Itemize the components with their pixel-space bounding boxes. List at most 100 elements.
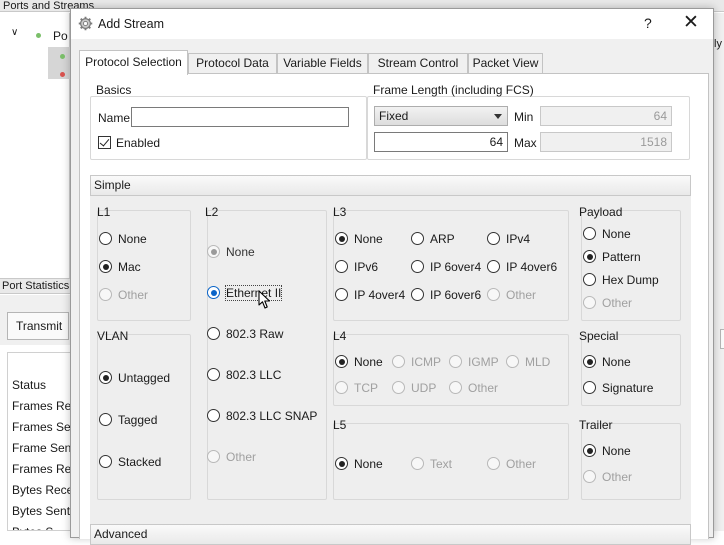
l5-none-radio[interactable]: None <box>335 457 383 471</box>
port-tree[interactable]: ∨ Po <box>0 13 70 278</box>
payload-title: Payload <box>579 205 623 219</box>
radio-circle <box>506 355 519 368</box>
l1-title: L1 <box>97 205 111 219</box>
basics-group <box>90 96 367 160</box>
l1-none-radio[interactable]: None <box>99 232 147 246</box>
dialog-title: Add Stream <box>98 17 165 31</box>
close-button[interactable]: ✕ <box>683 12 699 34</box>
payload-hex-dump-radio[interactable]: Hex Dump <box>583 273 659 287</box>
tree-expand-icon[interactable]: ∨ <box>11 27 18 38</box>
transmit-button[interactable]: Transmit <box>7 312 69 340</box>
l3-ip-4over4-radio[interactable]: IP 4over4 <box>335 288 405 302</box>
l3-ip-4over6-radio[interactable]: IP 4over6 <box>487 260 557 274</box>
radio-label: Mac <box>118 260 141 274</box>
l1-mac-radio[interactable]: Mac <box>99 260 141 274</box>
name-input[interactable] <box>131 107 349 127</box>
radio-circle <box>583 227 596 240</box>
radio-circle <box>99 371 112 384</box>
l3-ipv4-radio[interactable]: IPv4 <box>487 232 530 246</box>
l3-ipv6-radio[interactable]: IPv6 <box>335 260 378 274</box>
l2-802-3-raw-radio[interactable]: 802.3 Raw <box>207 327 283 341</box>
special-signature-radio[interactable]: Signature <box>583 381 653 395</box>
vlan-stacked-radio[interactable]: Stacked <box>99 455 161 469</box>
payload-pattern-radio[interactable]: Pattern <box>583 250 641 264</box>
l3-none-radio[interactable]: None <box>335 232 383 246</box>
status-dot-icon <box>60 72 65 77</box>
l5-text-radio[interactable]: Text <box>411 457 452 471</box>
right-panel-edge: ly <box>714 13 724 531</box>
l4-icmp-radio[interactable]: ICMP <box>392 355 441 369</box>
l3-other-radio[interactable]: Other <box>487 288 536 302</box>
radio-circle <box>392 355 405 368</box>
enabled-checkbox[interactable] <box>98 136 111 149</box>
payload-other-radio[interactable]: Other <box>583 296 632 310</box>
l4-mld-radio[interactable]: MLD <box>506 355 550 369</box>
trailer-other-radio[interactable]: Other <box>583 470 632 484</box>
radio-circle <box>449 381 462 394</box>
tab-variable-fields[interactable]: Variable Fields <box>277 53 368 74</box>
frame-length-input[interactable]: 64 <box>374 132 508 152</box>
l4-other-radio[interactable]: Other <box>449 381 498 395</box>
dialog-titlebar[interactable]: Add Stream ? ✕ <box>71 9 713 39</box>
tab-packet-view[interactable]: Packet View <box>468 53 543 74</box>
radio-label: ICMP <box>411 355 441 369</box>
vlan-tagged-radio[interactable]: Tagged <box>99 413 157 427</box>
l4-igmp-radio[interactable]: IGMP <box>449 355 499 369</box>
l2-none-radio[interactable]: None <box>207 245 255 259</box>
radio-circle <box>207 245 220 258</box>
radio-label: IPv4 <box>506 232 531 246</box>
radio-circle <box>411 457 424 470</box>
radio-label: 802.3 LLC <box>226 368 282 382</box>
radio-circle <box>487 457 500 470</box>
gear-icon <box>78 16 93 31</box>
radio-circle <box>335 260 348 273</box>
radio-circle <box>99 260 112 273</box>
radio-label: Pattern <box>602 250 641 264</box>
l2-other-radio[interactable]: Other <box>207 450 256 464</box>
radio-label: ARP <box>430 232 455 246</box>
tree-item-label[interactable]: Po <box>53 29 68 43</box>
vlan-untagged-radio[interactable]: Untagged <box>99 371 170 385</box>
radio-label: IP 4over4 <box>354 288 406 302</box>
advanced-section-header[interactable]: Advanced <box>90 524 691 545</box>
enabled-label: Enabled <box>116 136 161 150</box>
radio-circle <box>583 273 596 286</box>
l3-ip-6over6-radio[interactable]: IP 6over6 <box>411 288 481 302</box>
radio-label: 802.3 LLC SNAP <box>226 409 318 423</box>
radio-label: None <box>226 245 255 259</box>
radio-label: UDP <box>411 381 437 395</box>
tab-stream-control[interactable]: Stream Control <box>368 53 468 74</box>
radio-label: Other <box>118 288 149 302</box>
radio-label: Other <box>602 296 633 310</box>
radio-circle <box>99 413 112 426</box>
radio-circle <box>583 444 596 457</box>
l4-none-radio[interactable]: None <box>335 355 383 369</box>
radio-label: Other <box>468 381 499 395</box>
frame-length-mode-select[interactable]: Fixed <box>374 106 508 126</box>
tab-protocol-selection[interactable]: Protocol Selection <box>79 50 188 75</box>
trailer-title: Trailer <box>579 418 613 432</box>
right-panel-button[interactable] <box>720 329 724 349</box>
l2-802-3-llc-radio[interactable]: 802.3 LLC <box>207 368 281 382</box>
l2-title: L2 <box>205 205 219 219</box>
selected-row[interactable] <box>48 47 70 79</box>
special-group <box>581 334 681 406</box>
radio-label: IP 6over6 <box>430 288 482 302</box>
special-none-radio[interactable]: None <box>583 355 631 369</box>
l5-title: L5 <box>333 418 347 432</box>
l3-ip-6over4-radio[interactable]: IP 6over4 <box>411 260 481 274</box>
l4-tcp-radio[interactable]: TCP <box>335 381 378 395</box>
help-button[interactable]: ? <box>644 15 652 31</box>
l2-802-3-llc-snap-radio[interactable]: 802.3 LLC SNAP <box>207 409 317 423</box>
l1-other-radio[interactable]: Other <box>99 288 148 302</box>
tab-protocol-data[interactable]: Protocol Data <box>188 53 277 74</box>
stat-row: Frame Sen <box>12 441 70 455</box>
radio-label: Signature <box>602 381 654 395</box>
l4-udp-radio[interactable]: UDP <box>392 381 436 395</box>
l5-other-radio[interactable]: Other <box>487 457 536 471</box>
trailer-none-radio[interactable]: None <box>583 444 631 458</box>
l3-arp-radio[interactable]: ARP <box>411 232 455 246</box>
radio-circle <box>207 450 220 463</box>
payload-none-radio[interactable]: None <box>583 227 631 241</box>
simple-section-header[interactable]: Simple <box>90 175 691 196</box>
